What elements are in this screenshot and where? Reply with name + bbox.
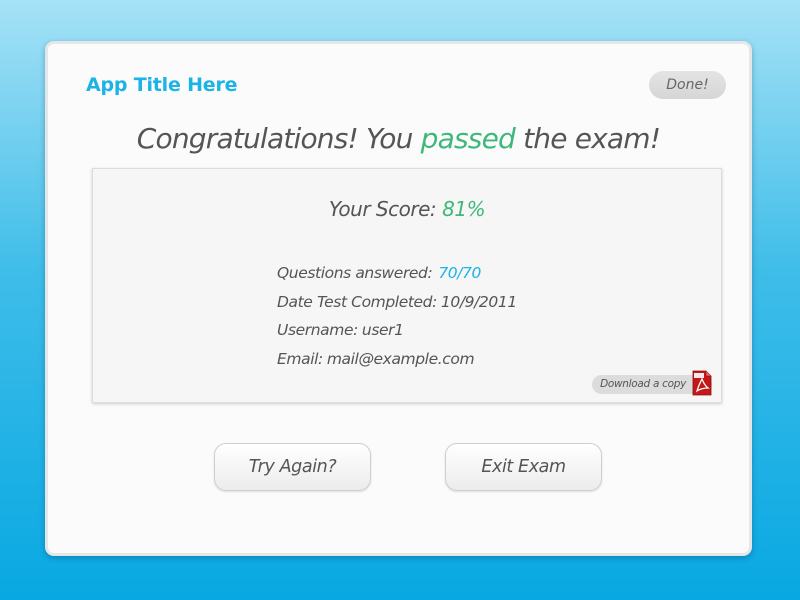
app-title: App Title Here	[86, 74, 238, 96]
congratulations-headline: Congratulations! You passed the exam!	[48, 122, 749, 155]
headline-suffix: the exam!	[514, 122, 661, 155]
questions-label: Questions answered:	[277, 264, 433, 282]
email-label: Email:	[277, 349, 323, 368]
username-value: user1	[361, 321, 404, 339]
email-row: Email: mail@example.com	[277, 345, 517, 374]
pdf-icon	[692, 370, 712, 396]
download-copy-button[interactable]: Download a copy	[592, 370, 712, 396]
exit-exam-button[interactable]: Exit Exam	[445, 443, 602, 491]
email-value: mail@example.com	[326, 349, 475, 368]
headline-passed: passed	[420, 122, 516, 155]
username-label: Username:	[277, 321, 358, 339]
headline-prefix: Congratulations! You	[136, 122, 421, 155]
questions-value: 70/70	[438, 264, 481, 282]
done-button[interactable]: Done!	[649, 71, 726, 99]
date-value: 10/9/2011	[440, 292, 517, 311]
username-row: Username: user1	[277, 316, 517, 345]
score-label: Your Score:	[328, 197, 437, 221]
score-line: Your Score: 81%	[93, 197, 721, 221]
score-value: 81%	[442, 197, 486, 221]
questions-row: Questions answered: 70/70	[277, 259, 517, 288]
app-window: App Title Here Done! Congratulations! Yo…	[45, 41, 752, 556]
date-row: Date Test Completed: 10/9/2011	[277, 288, 517, 317]
exam-details: Questions answered: 70/70 Date Test Compl…	[277, 259, 517, 373]
try-again-button[interactable]: Try Again?	[214, 443, 371, 491]
date-label: Date Test Completed:	[277, 292, 437, 311]
results-panel: Your Score: 81% Questions answered: 70/70 …	[92, 168, 722, 403]
